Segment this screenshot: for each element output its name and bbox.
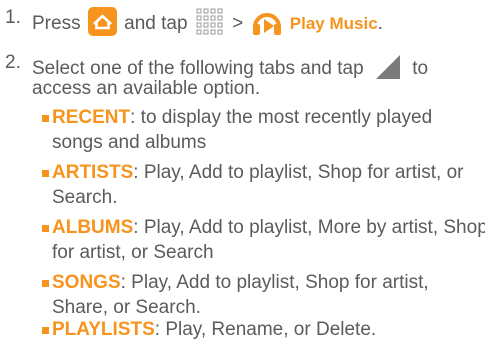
option-desc: : to display the most recently played [130, 107, 433, 128]
option-desc: : Play, Add to playlist, Shop for artist… [120, 272, 429, 293]
option-desc: : Play, Add to playlist, More by artist,… [133, 217, 485, 238]
option-playlists: PLAYLISTS: Play, Rename, or Delete. [52, 319, 376, 341]
bullet-icon [42, 170, 49, 177]
option-albums: ALBUMS: Play, Add to playlist, More by a… [52, 217, 485, 239]
option-label: PLAYLISTS [52, 319, 155, 340]
home-icon [87, 7, 117, 36]
option-label: SONGS [52, 272, 121, 293]
menu-icon [375, 55, 400, 79]
step-1-text: Press and tap > Play Music. [32, 7, 383, 37]
option-songs: SONGS: Play, Add to playlist, Shop for a… [52, 272, 429, 294]
step-number: 2. [5, 52, 21, 73]
bullet-icon [42, 115, 49, 122]
step-2-line-2: access an available option. [32, 78, 261, 99]
option-songs-line-2: Share, or Search. [52, 297, 201, 318]
option-recent: RECENT: to display the most recently pla… [52, 107, 432, 129]
play-music-label: Play Music [289, 14, 378, 33]
step-1-separator: > [232, 13, 244, 34]
option-artists-line-2: Search. [52, 187, 118, 208]
step-1-end: . [377, 13, 383, 34]
step-number: 1. [5, 7, 21, 28]
step-1-and-tap: and tap [124, 13, 188, 34]
apps-grid-icon [196, 8, 223, 35]
option-label: RECENT [52, 107, 131, 128]
bullet-icon [42, 225, 49, 232]
option-artists: ARTISTS: Play, Add to playlist, Shop for… [52, 162, 463, 184]
step-2-to: to [412, 58, 429, 79]
step-1-press: Press [32, 13, 81, 34]
option-desc: : Play, Rename, or Delete. [154, 319, 377, 340]
option-desc: : Play, Add to playlist, Shop for artist… [133, 162, 464, 183]
bullet-icon [42, 327, 49, 334]
bullet-icon [42, 280, 49, 287]
play-music-icon [252, 13, 281, 35]
option-label: ARTISTS [52, 162, 134, 183]
option-albums-line-2: for artist, or Search [52, 242, 214, 263]
step-2-text: Select one of the following tabs and tap [32, 58, 364, 79]
option-label: ALBUMS [52, 217, 134, 238]
option-recent-line-2: songs and albums [52, 132, 207, 153]
